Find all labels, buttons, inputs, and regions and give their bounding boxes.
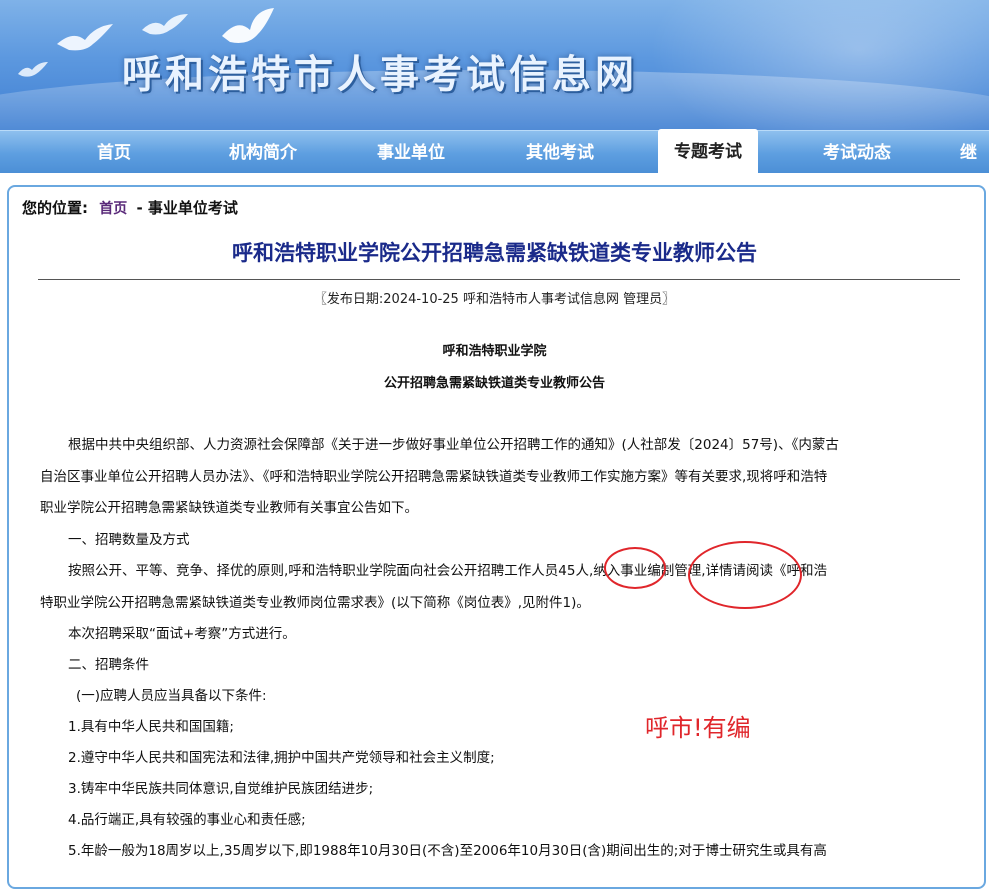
handwritten-annotation: 呼市!有编 bbox=[645, 714, 751, 742]
nav-item-other-exams[interactable]: 其他考试 bbox=[505, 131, 615, 173]
body-line: 本次招聘采取“面试+考察”方式进行。 bbox=[68, 626, 296, 642]
body-line: 根据中共中央组织部、人力资源社会保障部《关于进一步做好事业单位公开招聘工作的通知… bbox=[68, 437, 839, 453]
section-heading: 二、招聘条件 bbox=[68, 657, 149, 673]
site-title: 呼和浩特市人事考试信息网 bbox=[122, 53, 639, 98]
list-item: 2.遵守中华人民共和国宪法和法律,拥护中国共产党领导和社会主义制度; bbox=[68, 750, 495, 766]
main-nav: 首页 机构简介 事业单位 其他考试 专题考试 考试动态 继 bbox=[0, 129, 989, 173]
list-item: 1.具有中华人民共和国国籍; bbox=[68, 719, 234, 735]
title-divider bbox=[38, 279, 960, 280]
article-title: 呼和浩特职业学院公开招聘急需紧缺铁道类专业教师公告 bbox=[232, 241, 757, 265]
body-line: 自治区事业单位公开招聘人员办法》、《呼和浩特职业学院公开招聘急需紧缺铁道类专业教… bbox=[40, 469, 828, 485]
nav-item-special-exams[interactable]: 专题考试 bbox=[658, 129, 758, 173]
list-item: 5.年龄一般为18周岁以上,35周岁以下,即1988年10月30日(不含)至20… bbox=[68, 843, 827, 859]
article-subtitle: 公开招聘急需紧缺铁道类专业教师公告 bbox=[383, 376, 605, 391]
nav-item-home[interactable]: 首页 bbox=[72, 131, 156, 173]
nav-item-more[interactable]: 继 bbox=[960, 131, 989, 173]
body-line: 职业学院公开招聘急需紧缺铁道类专业教师有关事宜公告如下。 bbox=[40, 500, 418, 516]
site-banner: 呼和浩特市人事考试信息网 bbox=[0, 0, 989, 130]
highlight-circle-establishment bbox=[688, 541, 802, 609]
breadcrumb-prefix: 您的位置: bbox=[22, 199, 88, 217]
nav-item-public-institutions[interactable]: 事业单位 bbox=[356, 131, 466, 173]
nav-item-exam-news[interactable]: 考试动态 bbox=[802, 131, 912, 173]
breadcrumb-home-link[interactable]: 首页 bbox=[99, 201, 127, 217]
section-heading: 一、招聘数量及方式 bbox=[68, 532, 190, 548]
dove-icon bbox=[18, 62, 48, 77]
publish-meta: 〖发布日期:2024-10-25 呼和浩特市人事考试信息网 管理员〗 bbox=[313, 292, 676, 307]
banner-glow bbox=[649, 0, 989, 130]
highlight-circle-45 bbox=[604, 547, 666, 589]
dove-icon bbox=[57, 24, 113, 51]
list-item: 4.品行端正,具有较强的事业心和责任感; bbox=[68, 812, 306, 828]
breadcrumb: 您的位置: 首页 - 事业单位考试 bbox=[22, 197, 238, 218]
list-item: 3.铸牢中华民族共同体意识,自觉维护民族团结进步; bbox=[68, 781, 374, 797]
article-org: 呼和浩特职业学院 bbox=[442, 344, 547, 359]
dove-icon bbox=[142, 14, 188, 35]
nav-item-about[interactable]: 机构简介 bbox=[208, 131, 318, 173]
body-line: 特职业学院公开招聘急需紧缺铁道类专业教师岗位需求表》(以下简称《岗位表》,见附件… bbox=[40, 595, 590, 611]
body-line: (一)应聘人员应当具备以下条件: bbox=[76, 688, 267, 704]
breadcrumb-current: - 事业单位考试 bbox=[136, 199, 238, 217]
